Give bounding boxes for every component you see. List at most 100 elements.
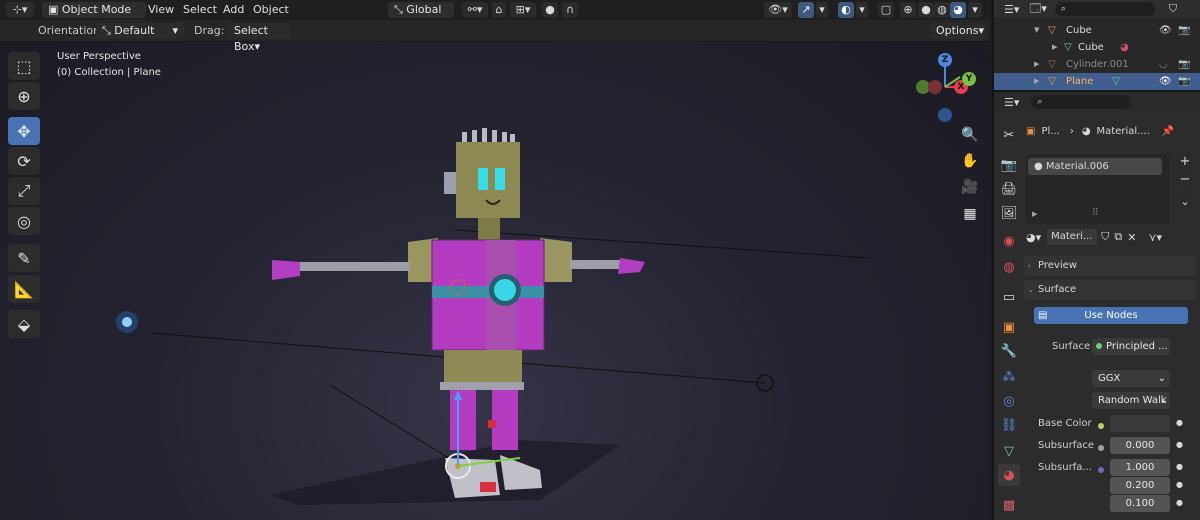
keyframe-dot-icon[interactable]: ● (1176, 440, 1183, 449)
modifier-tab-icon[interactable]: 🔧 (998, 340, 1020, 362)
xray-toggle-icon[interactable]: ▢ (878, 2, 894, 18)
camera-render-icon[interactable]: 📷 (1178, 22, 1190, 39)
surface-shader-field[interactable]: Principled ... (1092, 338, 1170, 355)
collection-tab-icon[interactable]: ▭ (998, 286, 1020, 308)
transform-orientation-dropdown[interactable]: ⤡ Global (388, 2, 454, 18)
annotate-tool-icon[interactable]: ✎ (8, 244, 40, 272)
shading-material-icon[interactable]: ◍ (934, 2, 950, 18)
expand-right-icon[interactable]: ▶ (1034, 56, 1039, 73)
add-slot-button[interactable]: + (1176, 154, 1194, 170)
camera-render-icon[interactable]: 📷 (1178, 56, 1190, 73)
outliner-row[interactable]: ▼ ▽ Cube 👁 📷 (994, 22, 1200, 39)
eye-icon[interactable]: 👁 (1159, 73, 1172, 90)
overlays-icon[interactable]: ◐ (838, 2, 854, 18)
node-link-icon[interactable]: ⋎▾ (1148, 231, 1162, 244)
outliner-row[interactable]: ▶ ▽ Cylinder.001 ◡ 📷 (994, 56, 1200, 73)
fake-user-shield-icon[interactable]: ⛉ (1101, 230, 1109, 244)
options-dropdown[interactable]: Options▾ (930, 23, 986, 39)
navigation-gizmo[interactable]: Z X Y (910, 50, 980, 122)
camera-render-icon[interactable]: 📷 (1178, 73, 1190, 90)
world-tab-icon[interactable]: ◍ (998, 256, 1020, 278)
render-tab-icon[interactable]: 📷 (998, 154, 1020, 176)
shading-rendered-icon[interactable]: ◕ (950, 2, 966, 18)
duplicate-icon[interactable]: ⧉ (1114, 230, 1122, 244)
tool-tab-icon[interactable]: ✂ (998, 124, 1020, 146)
particles-tab-icon[interactable]: ⁂ (998, 366, 1020, 388)
visibility-eye-icon[interactable]: 👁▾ (764, 2, 792, 18)
resize-handle-icon[interactable]: ⠿ (1092, 208, 1099, 218)
use-nodes-button[interactable]: ▤ Use Nodes (1034, 307, 1188, 324)
axis-z-button[interactable]: Z (938, 53, 952, 67)
shading-dropdown-icon[interactable]: ▾ (968, 2, 982, 18)
menu-add[interactable]: Add (223, 3, 244, 16)
menu-object[interactable]: Object (253, 3, 289, 16)
select-box-tool-icon[interactable]: ⬚ (8, 52, 40, 80)
mode-dropdown[interactable]: ▣ Object Mode ▾ (42, 2, 146, 32)
editor-type-icon[interactable]: ⊹▾ (6, 2, 34, 18)
browse-material-icon[interactable]: ◕▾ (1026, 231, 1041, 244)
preview-section-header[interactable]: › Preview (1024, 256, 1196, 276)
menu-view[interactable]: View (148, 3, 174, 16)
transform-tool-icon[interactable]: ◎ (8, 207, 40, 235)
radius-y-field[interactable]: 0.200 (1110, 477, 1170, 494)
scene-tab-icon[interactable]: ◉ (998, 230, 1020, 252)
editor-type-icon[interactable]: ☰▾ (1004, 96, 1019, 109)
expand-right-icon[interactable]: ▶ (1034, 73, 1039, 90)
cursor-tool-icon[interactable]: ⊕ (8, 82, 40, 110)
radius-z-field[interactable]: 0.100 (1110, 495, 1170, 512)
data-tab-icon[interactable]: ▽ (998, 440, 1020, 462)
texture-tab-icon[interactable]: ▩ (998, 494, 1020, 516)
camera-view-icon[interactable]: 🎥 (960, 177, 980, 197)
zoom-icon[interactable]: 🔍 (960, 125, 980, 145)
slot-menu-icon[interactable]: ⌄ (1176, 194, 1194, 210)
remove-slot-button[interactable]: − (1176, 172, 1194, 188)
funnel-filter-icon[interactable]: ⛉ (1169, 2, 1177, 16)
shading-wireframe-icon[interactable]: ⊕ (900, 2, 916, 18)
falloff-curve-icon[interactable]: ∩ (562, 2, 578, 18)
eye-icon[interactable]: 👁 (1159, 22, 1172, 39)
show-gizmo-icon[interactable]: ↗ (798, 2, 814, 18)
eye-closed-icon[interactable]: ◡ (1159, 56, 1168, 73)
constraints-tab-icon[interactable]: ⛓ (998, 414, 1020, 436)
object-tab-icon[interactable]: ▣ (998, 316, 1020, 338)
keyframe-dot-icon[interactable]: ● (1176, 418, 1183, 427)
properties-search-input[interactable]: ⌕ (1031, 95, 1132, 109)
snap-toggle-icon[interactable]: ⌂ (492, 2, 506, 18)
expand-down-icon[interactable]: ▼ (1034, 22, 1039, 39)
view-layer-tab-icon[interactable]: 🖼 (998, 202, 1020, 224)
axis-neg-z-button[interactable] (938, 108, 952, 122)
material-name-field[interactable]: Materi... (1047, 229, 1098, 245)
axis-neg-x-button[interactable] (928, 80, 942, 94)
expand-right-icon[interactable]: ▶ (1032, 210, 1037, 218)
radius-x-field[interactable]: 1.000 (1110, 459, 1170, 476)
add-cube-tool-icon[interactable]: ⬙ (8, 310, 40, 338)
rotate-tool-icon[interactable]: ⟳ (8, 147, 40, 175)
material-tab-icon[interactable]: ◕ (998, 464, 1020, 486)
outliner-search-input[interactable]: ⌕ (1054, 2, 1155, 16)
expand-right-icon[interactable]: ▶ (1052, 39, 1057, 56)
drag-dropdown[interactable]: Select Box▾ (228, 23, 290, 53)
move-tool-icon[interactable]: ✥ (8, 117, 40, 145)
display-mode-icon[interactable]: ☰▾ (1004, 3, 1019, 16)
distribution-dropdown[interactable]: GGX ⌄ (1092, 370, 1170, 387)
pin-icon[interactable]: 📌 (1162, 126, 1174, 137)
axis-y-button[interactable]: Y (962, 72, 976, 86)
outliner-row[interactable]: ▶ ▽ Plane ▽ 👁 📷 (994, 73, 1200, 90)
scale-tool-icon[interactable]: ⤢ (8, 177, 40, 205)
subsurface-value-field[interactable]: 0.000 (1110, 437, 1170, 454)
3d-viewport[interactable]: ⊹▾ ▣ Object Mode ▾ View Select Add Objec… (0, 0, 990, 520)
proportional-edit-icon[interactable]: ● (542, 2, 558, 18)
shading-solid-icon[interactable]: ● (918, 2, 934, 18)
filter-view-icon[interactable]: 🗔▾ (1029, 0, 1046, 19)
unlink-x-icon[interactable]: ✕ (1127, 231, 1136, 244)
base-color-swatch[interactable] (1110, 415, 1170, 432)
ortho-grid-icon[interactable]: ▦ (960, 204, 980, 224)
surface-section-header[interactable]: ⌄ Surface (1024, 280, 1196, 300)
pivot-point-icon[interactable]: ⚯▾ (462, 2, 488, 18)
gizmo-dropdown-icon[interactable]: ▾ (816, 2, 828, 18)
pan-hand-icon[interactable]: ✋ (960, 151, 980, 171)
keyframe-dot-icon[interactable]: ● (1176, 498, 1183, 507)
subsurface-method-dropdown[interactable]: Random Walk ⌄ (1092, 392, 1170, 409)
material-slot-row[interactable]: ● Material.006 (1028, 158, 1162, 175)
orientation-dropdown[interactable]: ⤡ Default ▾ (96, 23, 184, 39)
